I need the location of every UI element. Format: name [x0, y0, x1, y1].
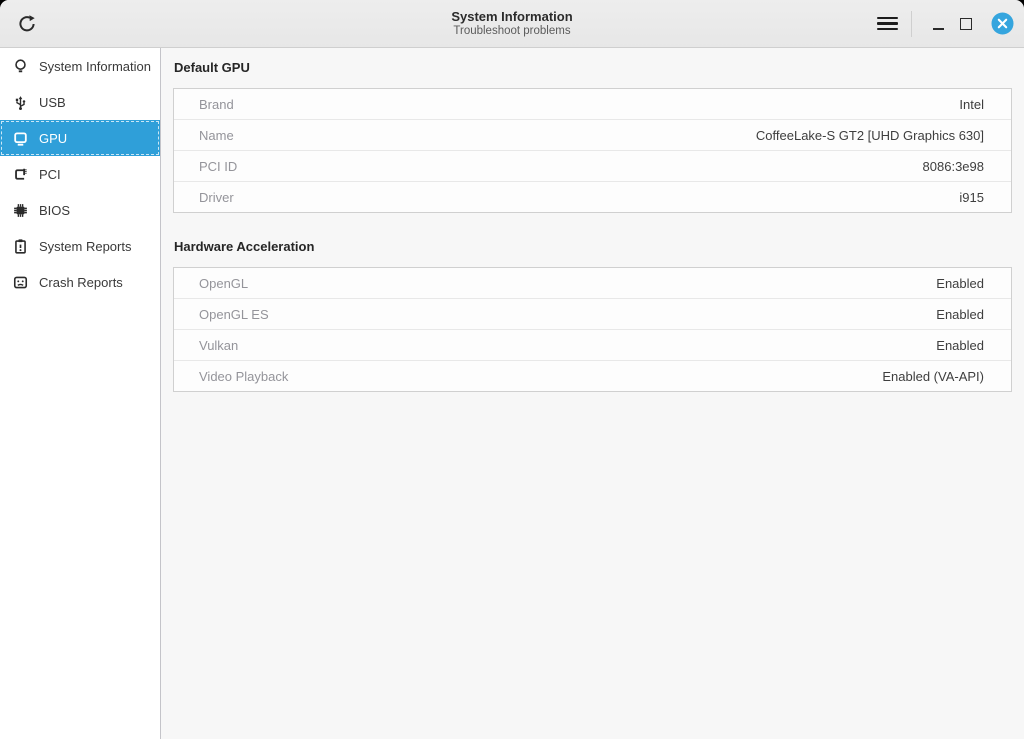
section-heading-hardware-acceleration: Hardware Acceleration	[174, 239, 1012, 254]
default-gpu-card: Brand Intel Name CoffeeLake-S GT2 [UHD G…	[173, 88, 1012, 213]
row-label: Brand	[199, 97, 234, 112]
window-title: System Information	[0, 9, 1024, 24]
info-row-opengl-es: OpenGL ES Enabled	[174, 298, 1011, 329]
sidebar-item-label: PCI	[39, 167, 61, 182]
hamburger-menu-icon	[877, 17, 898, 31]
row-value: Intel	[959, 97, 984, 112]
row-value: 8086:3e98	[923, 159, 984, 174]
row-label: Vulkan	[199, 338, 238, 353]
row-label: OpenGL ES	[199, 307, 269, 322]
usb-icon	[12, 94, 29, 111]
row-label: PCI ID	[199, 159, 237, 174]
info-row-vulkan: Vulkan Enabled	[174, 329, 1011, 360]
row-value: Enabled	[936, 307, 984, 322]
titlebar-controls	[873, 0, 1014, 47]
sidebar: System Information USB	[0, 48, 161, 739]
row-value: Enabled	[936, 276, 984, 291]
close-button[interactable]	[990, 12, 1014, 36]
sidebar-item-label: Crash Reports	[39, 275, 123, 290]
info-row-pci-id: PCI ID 8086:3e98	[174, 150, 1011, 181]
pci-card-icon	[12, 166, 29, 183]
info-row-brand: Brand Intel	[174, 89, 1011, 119]
row-label: Name	[199, 128, 234, 143]
refresh-icon	[16, 13, 38, 35]
sidebar-item-label: System Information	[39, 59, 151, 74]
refresh-button[interactable]	[13, 10, 41, 38]
menu-button[interactable]	[873, 9, 901, 39]
clipboard-alert-icon	[12, 238, 29, 255]
sidebar-item-label: System Reports	[39, 239, 131, 254]
chip-icon	[12, 202, 29, 219]
title-block: System Information Troubleshoot problems	[0, 9, 1024, 38]
sidebar-item-gpu[interactable]: GPU	[0, 120, 160, 156]
row-label: OpenGL	[199, 276, 248, 291]
sidebar-item-system-information[interactable]: System Information	[0, 48, 160, 84]
sidebar-item-crash-reports[interactable]: Crash Reports	[0, 264, 160, 300]
sidebar-item-bios[interactable]: BIOS	[0, 192, 160, 228]
info-row-opengl: OpenGL Enabled	[174, 268, 1011, 298]
titlebar[interactable]: System Information Troubleshoot problems	[0, 0, 1024, 48]
info-row-video-playback: Video Playback Enabled (VA-API)	[174, 360, 1011, 391]
sidebar-item-system-reports[interactable]: System Reports	[0, 228, 160, 264]
lightbulb-icon	[12, 58, 29, 75]
row-value: Enabled (VA-API)	[882, 369, 984, 384]
maximize-icon	[960, 18, 972, 30]
maximize-button[interactable]	[952, 9, 980, 39]
minimize-icon	[933, 17, 944, 30]
sidebar-item-label: USB	[39, 95, 66, 110]
sidebar-item-usb[interactable]: USB	[0, 84, 160, 120]
sidebar-item-label: BIOS	[39, 203, 70, 218]
sidebar-item-pci[interactable]: PCI	[0, 156, 160, 192]
sidebar-item-label: GPU	[39, 131, 67, 146]
close-icon	[991, 12, 1014, 35]
display-icon	[12, 130, 29, 147]
row-value: Enabled	[936, 338, 984, 353]
row-label: Video Playback	[199, 369, 288, 384]
main-content: Default GPU Brand Intel Name CoffeeLake-…	[161, 48, 1024, 739]
titlebar-separator	[911, 11, 912, 37]
row-value: CoffeeLake-S GT2 [UHD Graphics 630]	[756, 128, 984, 143]
hardware-acceleration-card: OpenGL Enabled OpenGL ES Enabled Vulkan …	[173, 267, 1012, 392]
app-window: System Information Troubleshoot problems	[0, 0, 1024, 739]
section-heading-default-gpu: Default GPU	[174, 60, 1012, 75]
window-subtitle: Troubleshoot problems	[0, 24, 1024, 38]
info-row-name: Name CoffeeLake-S GT2 [UHD Graphics 630]	[174, 119, 1011, 150]
row-label: Driver	[199, 190, 234, 205]
info-row-driver: Driver i915	[174, 181, 1011, 212]
minimize-button[interactable]	[924, 9, 952, 39]
crash-face-icon	[12, 274, 29, 291]
row-value: i915	[959, 190, 984, 205]
